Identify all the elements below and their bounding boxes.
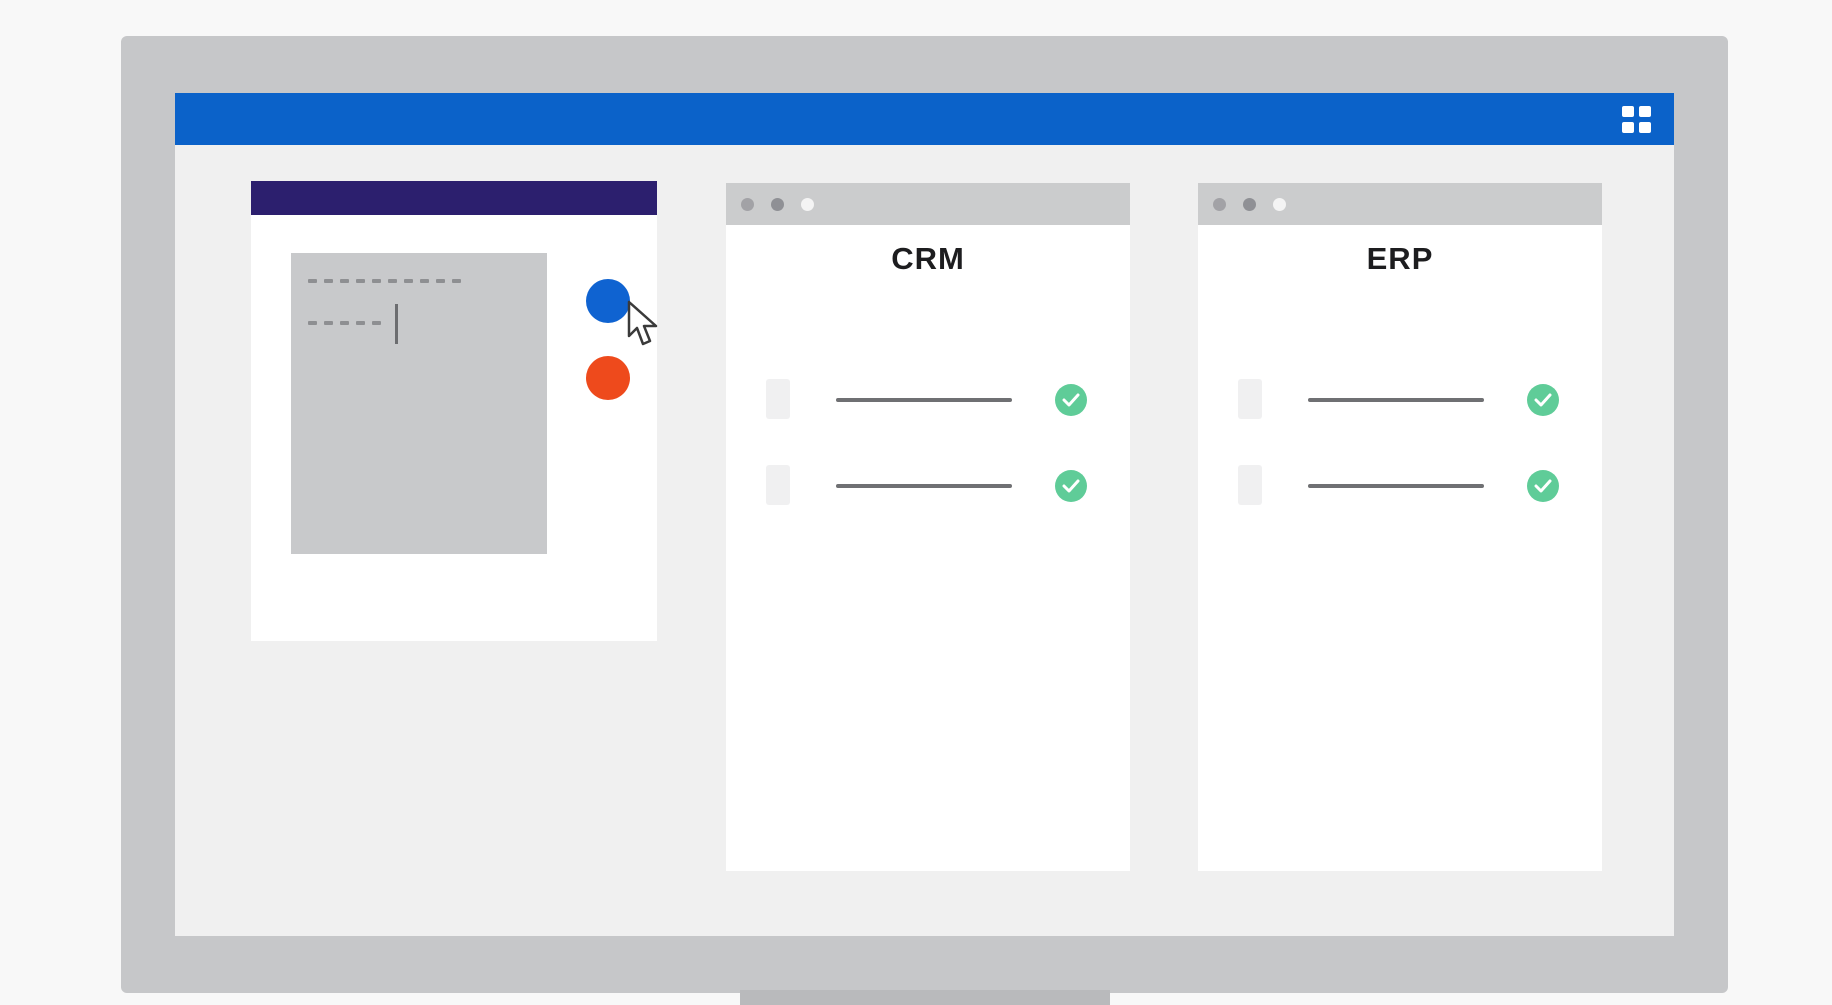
crm-window: CRM [726,183,1130,871]
check-icon [1527,384,1559,416]
placeholder-text-line [308,321,381,325]
monitor-screen: CRM ERP [175,93,1674,936]
window-minimize-dot[interactable] [771,198,784,211]
list-item-line [1308,484,1484,488]
window-title-bar [1198,183,1602,225]
window-close-dot[interactable] [1213,198,1226,211]
list-item-line [836,484,1012,488]
grid-icon[interactable] [1622,106,1652,134]
list-item-line [836,398,1012,402]
document-icon [766,379,790,419]
placeholder-text-line [308,279,461,283]
list-item[interactable] [1198,465,1602,509]
check-icon [1055,470,1087,502]
orange-action-dot[interactable] [586,356,630,400]
erp-window: ERP [1198,183,1602,871]
list-item[interactable] [1198,379,1602,423]
monitor-stand [740,990,1110,1005]
widget-header-bar[interactable] [251,181,657,215]
document-icon [1238,465,1262,505]
list-item[interactable] [726,379,1130,423]
document-icon [1238,379,1262,419]
window-maximize-dot[interactable] [1273,198,1286,211]
scene: CRM ERP [0,0,1832,1005]
list-item-line [1308,398,1484,402]
window-maximize-dot[interactable] [801,198,814,211]
document-icon [766,465,790,505]
text-caret [395,304,398,344]
check-icon [1527,470,1559,502]
list-item[interactable] [726,465,1130,509]
window-minimize-dot[interactable] [1243,198,1256,211]
pointer-icon [627,300,658,346]
window-title: ERP [1366,241,1434,276]
check-icon [1055,384,1087,416]
window-title: CRM [891,241,965,276]
source-widget [251,181,658,641]
app-bar [175,93,1674,145]
window-close-dot[interactable] [741,198,754,211]
text-input-area[interactable] [291,253,547,554]
window-title-bar [726,183,1130,225]
